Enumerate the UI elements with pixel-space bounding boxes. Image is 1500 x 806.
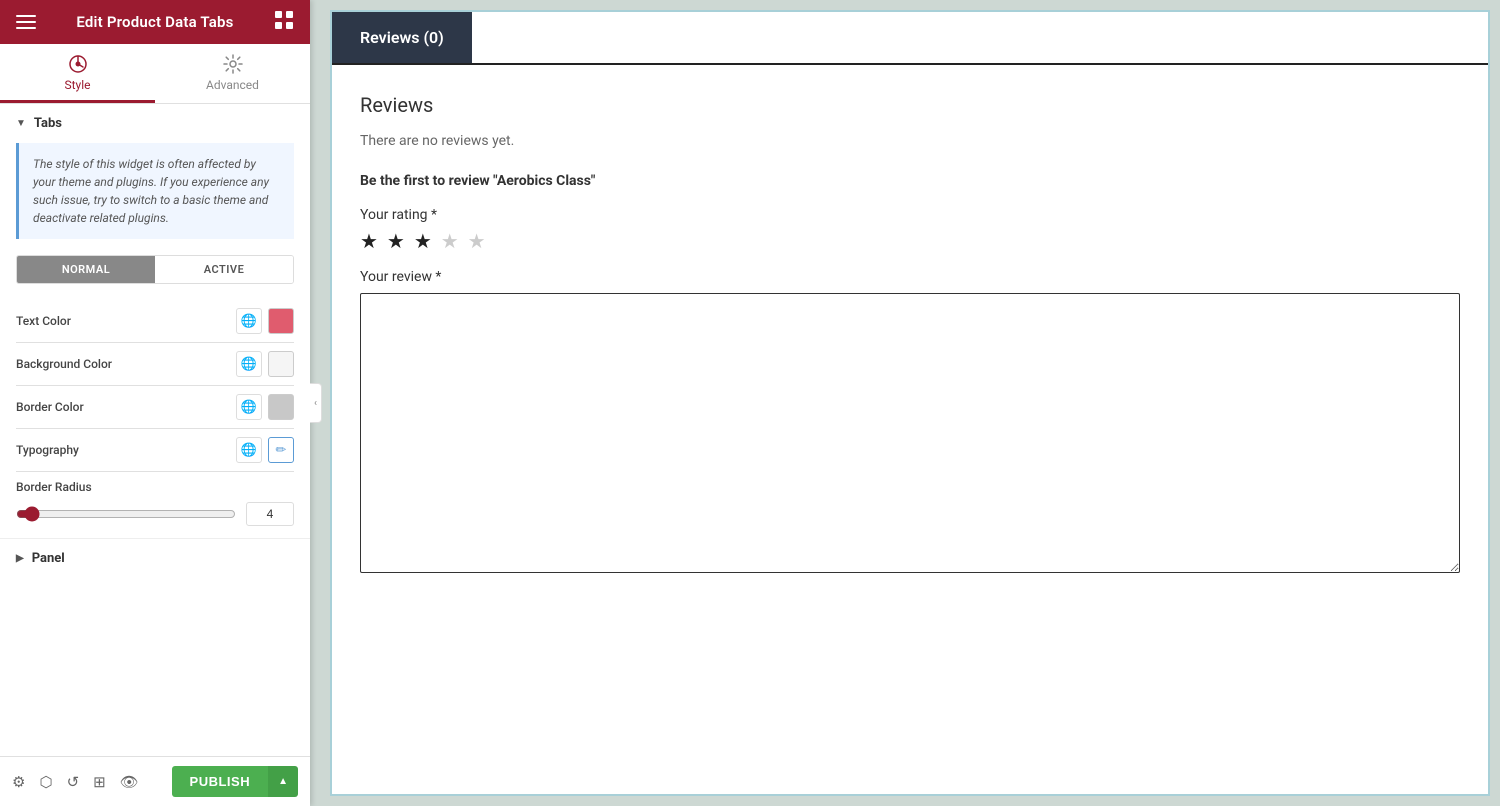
- tabs-section-label: Tabs: [34, 116, 62, 131]
- border-radius-slider[interactable]: [16, 506, 236, 522]
- reviews-tab-bar: Reviews (0): [332, 12, 1488, 65]
- text-color-label: Text Color: [16, 314, 71, 328]
- border-color-global[interactable]: 🌐: [236, 394, 262, 420]
- panel-tab-bar: Style Advanced: [0, 44, 310, 104]
- tabs-chevron-down: ▼: [16, 118, 26, 129]
- typography-label: Typography: [16, 443, 79, 457]
- panel-chevron-right: ▶: [16, 553, 24, 564]
- history-icon[interactable]: ↺: [67, 773, 80, 791]
- panel-header: Edit Product Data Tabs: [0, 0, 310, 44]
- first-review-prompt: Be the first to review "Aerobics Class": [360, 173, 1460, 189]
- tab-advanced[interactable]: Advanced: [155, 44, 310, 103]
- star-5[interactable]: ★: [468, 229, 488, 253]
- panel-section-label: Panel: [32, 551, 65, 566]
- toggle-active[interactable]: ACTIVE: [155, 256, 293, 283]
- settings-icon[interactable]: ⚙: [12, 773, 25, 791]
- text-color-swatch[interactable]: [268, 308, 294, 334]
- background-color-global[interactable]: 🌐: [236, 351, 262, 377]
- publish-dropdown-button[interactable]: ▲: [268, 766, 298, 797]
- canvas-wrapper: Reviews (0) Reviews There are no reviews…: [330, 10, 1490, 796]
- panel-title: Edit Product Data Tabs: [76, 13, 233, 31]
- toolbar-icons: ⚙ ⬡ ↺ ⊞ 👁: [12, 773, 139, 791]
- hamburger-icon[interactable]: [16, 12, 36, 32]
- border-radius-value[interactable]: 4: [246, 502, 294, 526]
- text-color-row: Text Color 🌐: [0, 300, 310, 342]
- grid-icon[interactable]: [274, 10, 294, 34]
- normal-active-toggle: NORMAL ACTIVE: [16, 255, 294, 284]
- typography-edit[interactable]: ✏: [268, 437, 294, 463]
- tabs-info-box: The style of this widget is often affect…: [16, 143, 294, 239]
- right-area: Reviews (0) Reviews There are no reviews…: [310, 0, 1500, 806]
- panel-content: ▼ Tabs The style of this widget is often…: [0, 104, 310, 806]
- border-color-label: Border Color: [16, 400, 84, 414]
- toggle-normal[interactable]: NORMAL: [17, 256, 155, 283]
- background-color-controls: 🌐: [236, 351, 294, 377]
- publish-wrapper: PUBLISH ▲: [172, 766, 298, 797]
- rating-label: Your rating *: [360, 207, 1460, 223]
- star-rating[interactable]: ★ ★ ★ ★ ★: [360, 229, 1460, 253]
- background-color-row: Background Color 🌐: [0, 343, 310, 385]
- typography-controls: 🌐 ✏: [236, 437, 294, 463]
- border-color-row: Border Color 🌐: [0, 386, 310, 428]
- border-radius-slider-row: 4: [16, 502, 294, 526]
- reviews-content: Reviews There are no reviews yet. Be the…: [332, 65, 1488, 605]
- review-textarea[interactable]: [360, 293, 1460, 573]
- text-color-controls: 🌐: [236, 308, 294, 334]
- typography-global[interactable]: 🌐: [236, 437, 262, 463]
- star-4[interactable]: ★: [441, 229, 461, 253]
- background-color-label: Background Color: [16, 357, 112, 371]
- reviews-tab[interactable]: Reviews (0): [332, 12, 472, 63]
- bottom-toolbar: ⚙ ⬡ ↺ ⊞ 👁 PUBLISH ▲: [0, 756, 310, 806]
- tab-style[interactable]: Style: [0, 44, 155, 103]
- preview-icon[interactable]: 👁: [120, 773, 139, 791]
- no-reviews-text: There are no reviews yet.: [360, 133, 1460, 149]
- layers-icon[interactable]: ⬡: [39, 773, 52, 791]
- border-color-swatch[interactable]: [268, 394, 294, 420]
- text-color-global[interactable]: 🌐: [236, 308, 262, 334]
- left-panel: Edit Product Data Tabs Style Advanced: [0, 0, 310, 806]
- panel-collapse-handle[interactable]: ‹: [310, 383, 322, 423]
- border-radius-section: Border Radius 4: [0, 472, 310, 538]
- tab-style-label: Style: [64, 78, 90, 92]
- border-color-controls: 🌐: [236, 394, 294, 420]
- responsive-icon[interactable]: ⊞: [93, 773, 106, 791]
- review-label: Your review *: [360, 269, 1460, 285]
- background-color-swatch[interactable]: [268, 351, 294, 377]
- tab-advanced-label: Advanced: [206, 78, 259, 92]
- reviews-title: Reviews: [360, 93, 1460, 117]
- panel-section-header[interactable]: ▶ Panel: [0, 538, 310, 578]
- star-1[interactable]: ★: [360, 229, 380, 253]
- border-radius-label: Border Radius: [16, 480, 294, 494]
- tabs-section-header[interactable]: ▼ Tabs: [0, 104, 310, 143]
- star-2[interactable]: ★: [387, 229, 407, 253]
- star-3[interactable]: ★: [414, 229, 434, 253]
- typography-row: Typography 🌐 ✏: [0, 429, 310, 471]
- publish-button[interactable]: PUBLISH: [172, 766, 269, 797]
